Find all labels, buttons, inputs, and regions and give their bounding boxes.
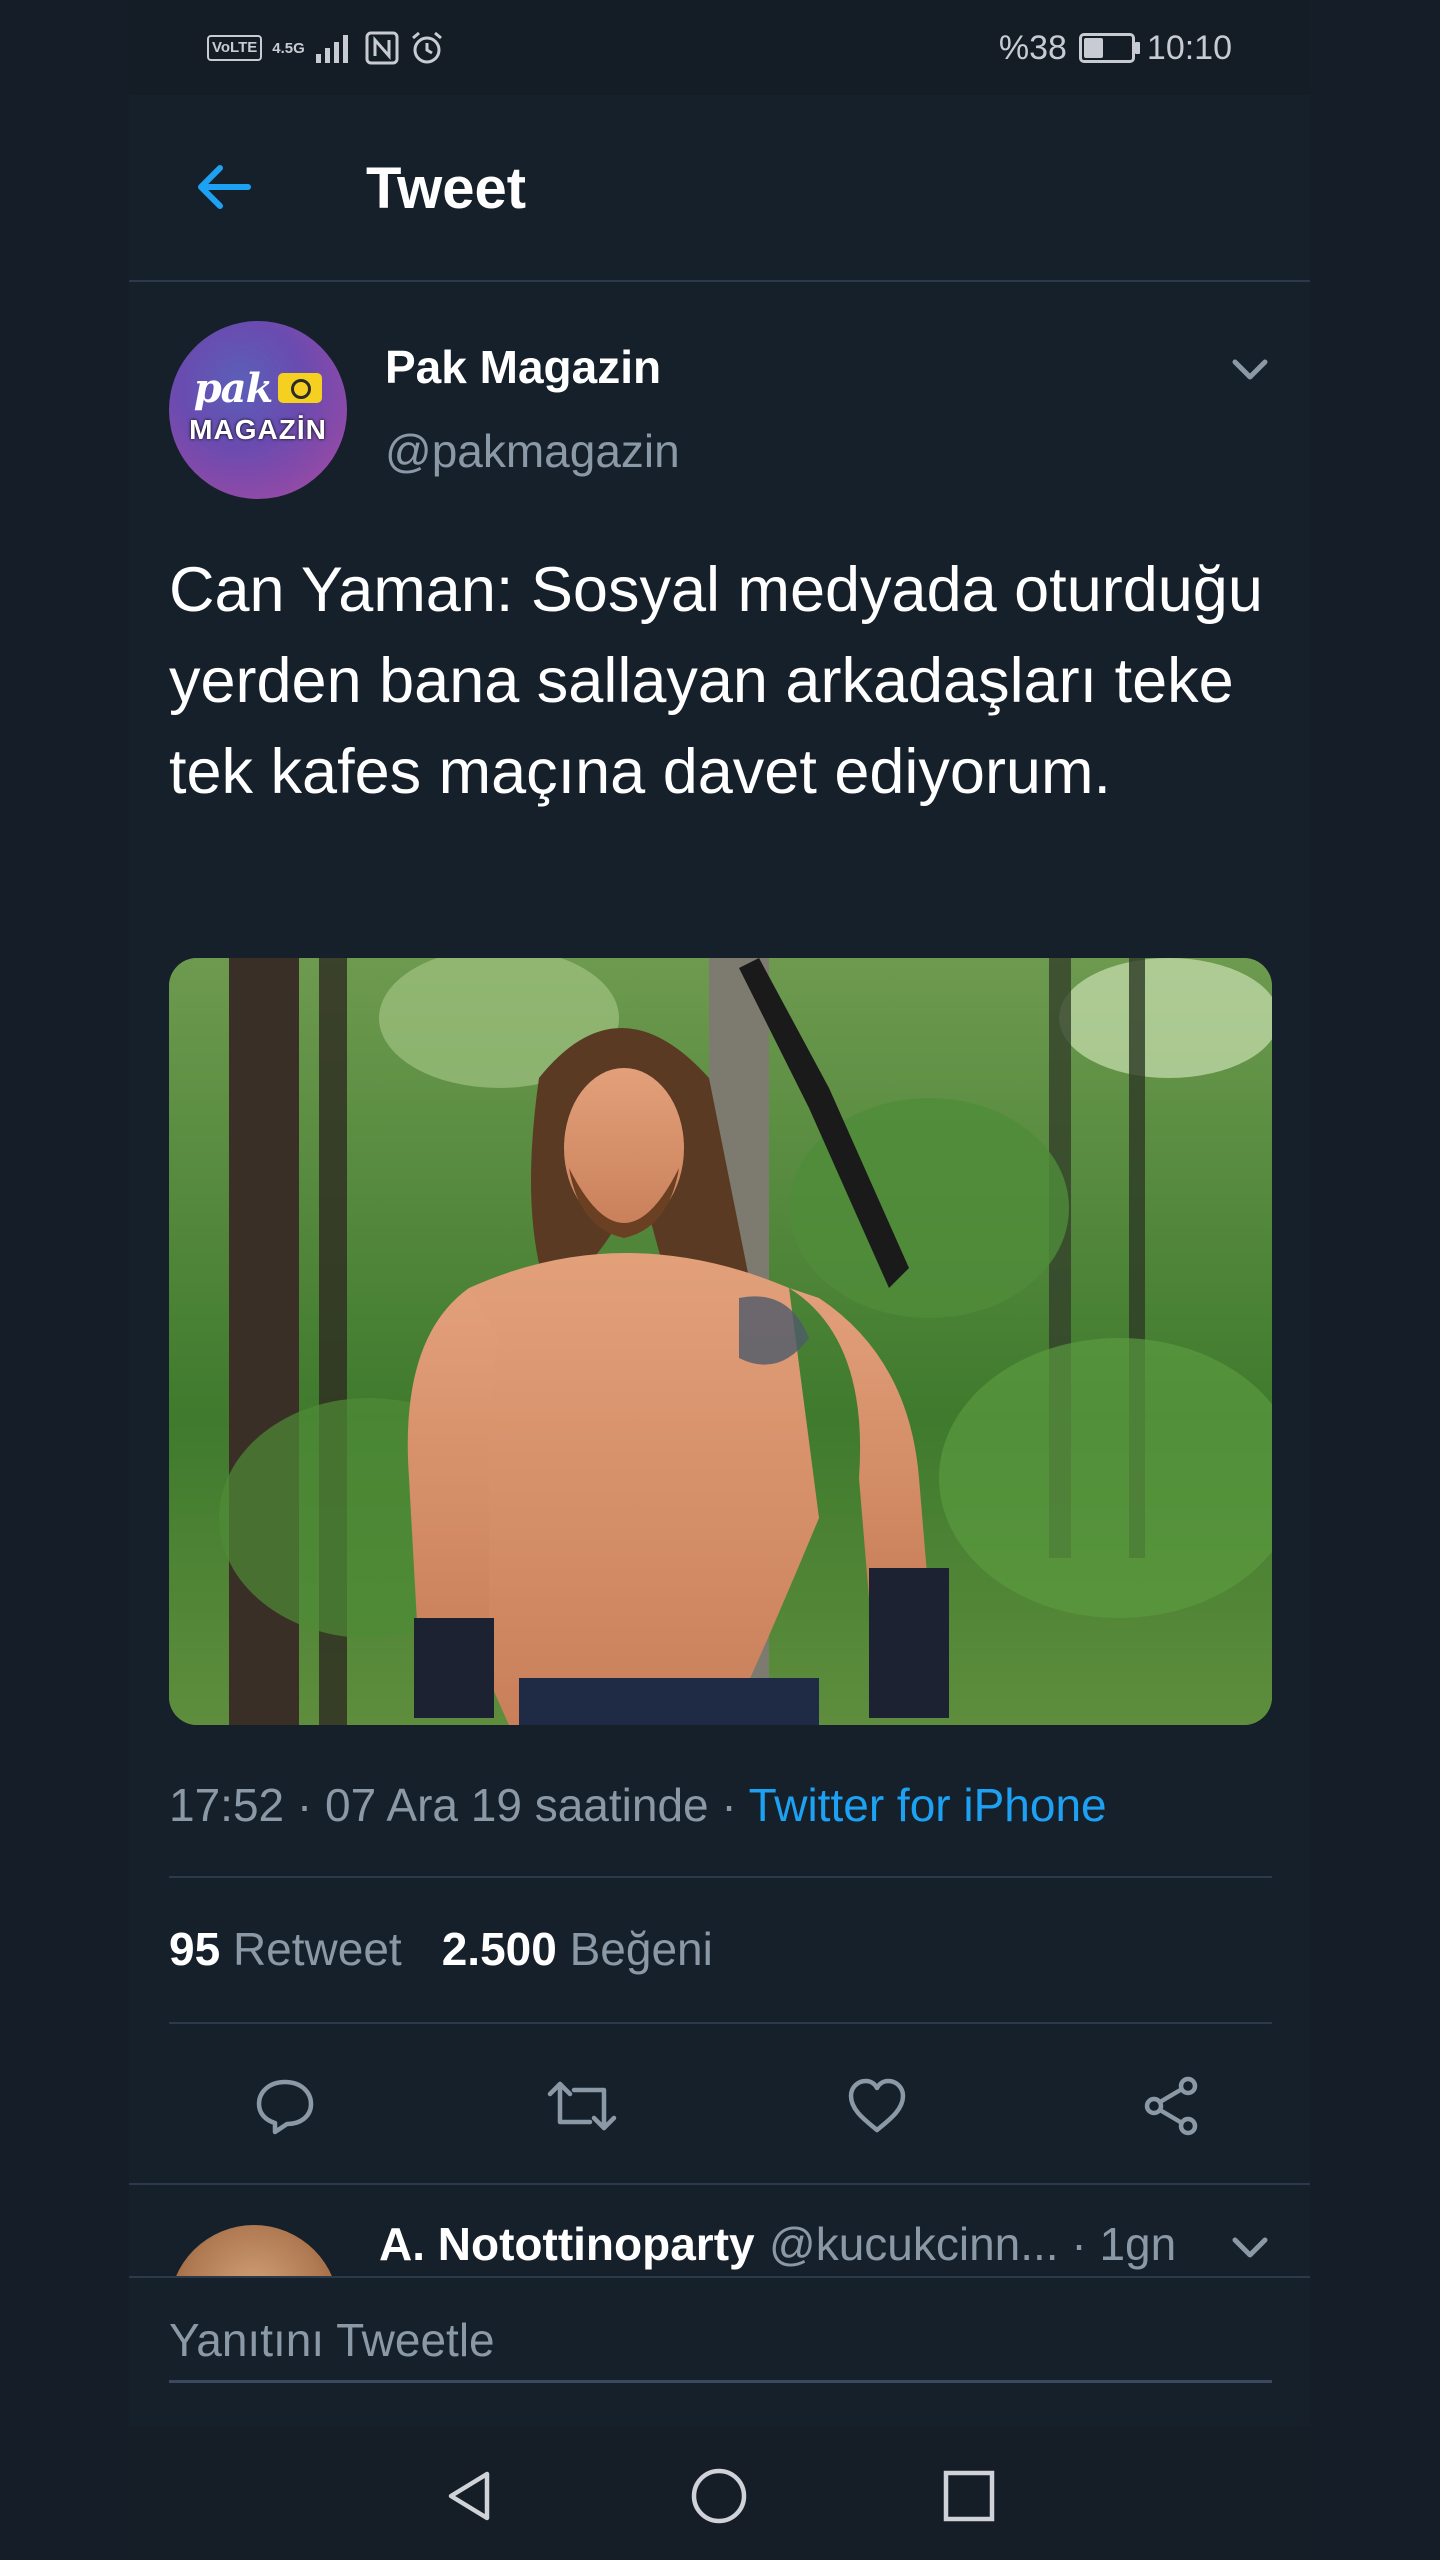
avatar-brand-subtext: MAGAZİN: [189, 413, 327, 445]
author-handle[interactable]: @pakmagazin: [385, 424, 680, 478]
nav-recents-icon: [943, 2470, 995, 2522]
retweet-count: 95: [169, 1923, 221, 1975]
volte-indicator: VoLTE: [207, 35, 263, 61]
alarm-icon: [411, 31, 442, 64]
avatar-brand-text: pak: [193, 364, 274, 412]
heart-icon: [848, 2078, 906, 2133]
reply-item[interactable]: A. Notottinoparty @kucukcinn... · 1gn: [129, 2183, 1310, 2280]
retweet-label: Retweet: [232, 1923, 402, 1975]
reply-icon: [256, 2079, 314, 2135]
tweet-stats: 95 Retweet 2.500 Beğeni: [169, 1922, 713, 1976]
network-type: 4.5G: [272, 39, 305, 57]
battery-percent: %38: [998, 28, 1067, 67]
reply-composer: [129, 2276, 1310, 2428]
author-display-name[interactable]: Pak Magazin: [385, 340, 661, 394]
chevron-down-icon: [1232, 359, 1268, 380]
share-button[interactable]: [1132, 2070, 1212, 2142]
nav-home-button[interactable]: [684, 2461, 754, 2531]
system-nav-bar: [129, 2426, 1310, 2560]
like-stat[interactable]: 2.500 Beğeni: [442, 1922, 713, 1976]
author-avatar[interactable]: pak MAGAZİN: [169, 321, 347, 499]
nav-home-icon: [691, 2468, 747, 2524]
reply-input[interactable]: [169, 2300, 1272, 2383]
status-left: VoLTE 4.5G: [207, 26, 445, 70]
page-title: Tweet: [366, 156, 527, 221]
nav-back-icon: [448, 2471, 490, 2521]
tweet-text: Can Yaman: Sosyal medyada oturduğu yerde…: [169, 555, 1263, 807]
photo-illustration: [169, 958, 1272, 1725]
retweet-stat[interactable]: 95 Retweet: [169, 1922, 402, 1976]
camera-icon: [278, 373, 323, 403]
reply-menu-button[interactable]: [1225, 2230, 1275, 2266]
clock: 10:10: [1146, 28, 1232, 67]
status-right: %38 10:10: [999, 26, 1232, 70]
battery-icon: [1078, 33, 1140, 63]
retweet-button[interactable]: [542, 2070, 622, 2142]
like-count: 2.500: [441, 1923, 557, 1975]
reply-author-name[interactable]: A. Notottinoparty: [379, 2217, 755, 2271]
status-bar: VoLTE 4.5G %38 10:10: [129, 0, 1310, 95]
retweet-icon: [547, 2081, 617, 2131]
back-arrow-icon: [198, 165, 251, 209]
reply-handle-time: @kucukcinn... · 1gn: [769, 2218, 1177, 2270]
nav-recents-button[interactable]: [934, 2461, 1004, 2531]
app-screen: VoLTE 4.5G %38 10:10 Tweet pak MAGAZİN P…: [129, 0, 1310, 2560]
back-button[interactable]: [189, 157, 259, 217]
reply-button[interactable]: [245, 2070, 325, 2142]
tweet-timestamp: 17:52 · 07 Ara 19 saatinde ·: [169, 1779, 749, 1831]
battery-level-fill: [1083, 38, 1103, 58]
tweet-actions: [169, 2060, 1272, 2150]
like-label: Beğeni: [569, 1923, 713, 1975]
chevron-down-icon: [1232, 2237, 1268, 2258]
tweet-photo[interactable]: [169, 958, 1272, 1725]
nfc-icon: [365, 31, 399, 65]
reply-avatar[interactable]: [169, 2225, 339, 2280]
avatar-brand-top: pak: [194, 365, 323, 412]
divider: [169, 1876, 1272, 1878]
tweet-menu-button[interactable]: [1225, 352, 1275, 388]
like-button[interactable]: [837, 2070, 917, 2142]
signal-icon: [315, 35, 348, 63]
tweet-meta: 17:52 · 07 Ara 19 saatinde · Twitter for…: [169, 1778, 1107, 1832]
tweet-source-link[interactable]: Twitter for iPhone: [749, 1779, 1107, 1831]
divider: [169, 2022, 1272, 2024]
top-app-bar: Tweet: [129, 95, 1310, 282]
nav-back-button[interactable]: [434, 2461, 504, 2531]
share-icon: [1144, 2076, 1198, 2136]
